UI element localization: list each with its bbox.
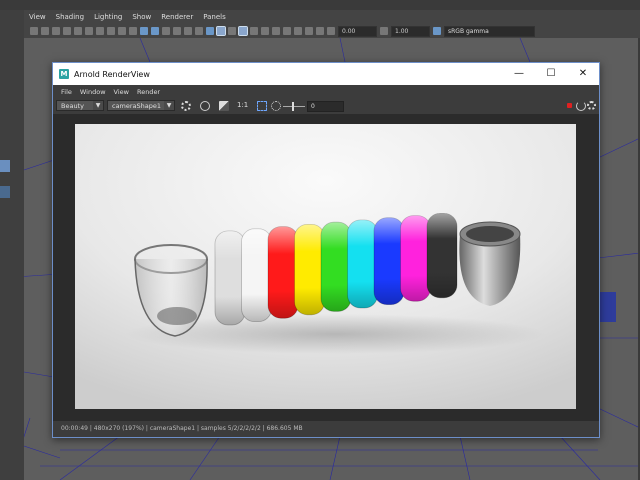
window-titlebar[interactable]: M Arnold RenderView — ☐ ✕ bbox=[53, 63, 599, 85]
menu-renderer[interactable]: Renderer bbox=[156, 13, 198, 21]
xray-components-icon[interactable] bbox=[238, 26, 248, 36]
panel-tab[interactable] bbox=[0, 186, 10, 198]
color-management-icon[interactable] bbox=[433, 27, 441, 35]
exposure-icon bbox=[271, 101, 281, 111]
menu-view[interactable]: View bbox=[24, 13, 51, 21]
camera-icon[interactable] bbox=[30, 27, 38, 35]
exposure-slider-track[interactable] bbox=[283, 106, 305, 107]
refresh-icon[interactable] bbox=[576, 101, 586, 111]
field-chart-icon[interactable] bbox=[118, 27, 126, 35]
anti-aliasing-icon[interactable] bbox=[272, 27, 280, 35]
camera-attr-icon[interactable] bbox=[41, 27, 49, 35]
safe-action-icon[interactable] bbox=[129, 27, 137, 35]
menu-shading[interactable]: Shading bbox=[51, 13, 89, 21]
gamma-field[interactable]: 1.00 bbox=[391, 25, 430, 37]
channel-toggle-icon[interactable] bbox=[219, 101, 229, 111]
maya-logo-icon: M bbox=[59, 69, 69, 79]
bookmark-icon[interactable] bbox=[52, 27, 60, 35]
panel-tab[interactable] bbox=[0, 160, 10, 172]
color-ring bbox=[400, 215, 431, 302]
exposure-slider-handle[interactable] bbox=[292, 102, 294, 111]
close-button[interactable]: ✕ bbox=[567, 63, 599, 85]
camera-value: cameraShape1 bbox=[112, 102, 162, 110]
resolution-gate-icon[interactable] bbox=[96, 27, 104, 35]
motion-blur-icon[interactable] bbox=[261, 27, 269, 35]
exposure-icon[interactable] bbox=[294, 27, 302, 35]
wireframe-icon[interactable] bbox=[140, 27, 148, 35]
crop-region-icon[interactable] bbox=[257, 101, 267, 111]
view-transform-value: sRGB gamma bbox=[448, 27, 489, 35]
color-ring bbox=[294, 224, 325, 316]
color-ring bbox=[373, 217, 405, 306]
renderview-toolbar: Beauty ▼ cameraShape1 ▼ 1:1 0 bbox=[53, 98, 599, 114]
color-ring bbox=[426, 213, 458, 299]
menu-show[interactable]: Show bbox=[127, 13, 156, 21]
camera-select[interactable]: cameraShape1 ▼ bbox=[107, 100, 175, 111]
color-ring bbox=[320, 221, 352, 312]
renderview-menubar: File Window View Render bbox=[53, 85, 599, 98]
menu-render[interactable]: Render bbox=[133, 88, 164, 96]
refresh-render-icon[interactable] bbox=[181, 101, 191, 111]
xray-icon[interactable] bbox=[216, 26, 226, 36]
minimize-button[interactable]: — bbox=[503, 63, 535, 85]
maya-left-panel bbox=[0, 10, 24, 480]
display-icon[interactable] bbox=[316, 27, 324, 35]
region-render-icon[interactable] bbox=[200, 101, 210, 111]
maya-top-strip bbox=[0, 0, 640, 10]
view-transform-select[interactable]: sRGB gamma bbox=[444, 25, 535, 37]
render-canvas[interactable] bbox=[53, 114, 599, 421]
gamma-icon[interactable] bbox=[327, 27, 335, 35]
color-ring bbox=[347, 219, 378, 309]
lights-icon[interactable] bbox=[184, 27, 192, 35]
render-status-text: 00:00:49 | 480x270 (197%) | cameraShape1… bbox=[61, 425, 303, 432]
shadows-icon[interactable] bbox=[195, 27, 203, 35]
aov-value: Beauty bbox=[61, 102, 84, 110]
image-plane-icon[interactable] bbox=[63, 27, 71, 35]
maya-panel-toolbar: 0.00 1.00 sRGB gamma bbox=[24, 24, 640, 38]
xray-joints-icon[interactable] bbox=[228, 27, 236, 35]
menu-file[interactable]: File bbox=[57, 88, 76, 96]
grid-icon[interactable] bbox=[74, 27, 82, 35]
depth-of-field-icon[interactable] bbox=[283, 27, 291, 35]
textured-icon[interactable] bbox=[173, 27, 181, 35]
stop-render-icon[interactable] bbox=[567, 103, 572, 108]
ambient-occlusion-icon[interactable] bbox=[250, 27, 258, 35]
chevron-down-icon: ▼ bbox=[93, 101, 103, 110]
menu-panels[interactable]: Panels bbox=[198, 13, 231, 21]
renderview-statusbar: 00:00:49 | 480x270 (197%) | cameraShape1… bbox=[53, 421, 599, 437]
smooth-shade-icon[interactable] bbox=[151, 27, 159, 35]
maximize-button[interactable]: ☐ bbox=[535, 63, 567, 85]
aov-select[interactable]: Beauty ▼ bbox=[56, 100, 104, 111]
zoom-ratio[interactable]: 1:1 bbox=[237, 101, 248, 109]
arnold-renderview-window: M Arnold RenderView — ☐ ✕ File Window Vi… bbox=[52, 62, 600, 438]
color-ring bbox=[241, 228, 272, 323]
menu-window[interactable]: Window bbox=[76, 88, 110, 96]
render-image bbox=[75, 124, 576, 409]
gear-icon[interactable] bbox=[587, 101, 596, 110]
color-ring bbox=[267, 226, 299, 319]
maya-panel-menubar: View Shading Lighting Show Renderer Pane… bbox=[24, 10, 640, 24]
gamma-toggle-icon[interactable] bbox=[380, 27, 388, 35]
window-title: Arnold RenderView bbox=[74, 69, 150, 79]
menu-view[interactable]: View bbox=[110, 88, 133, 96]
exposure-field[interactable]: 0 bbox=[307, 101, 344, 112]
color-ring bbox=[214, 230, 246, 326]
isolate-select-icon[interactable] bbox=[206, 27, 214, 35]
gate-mask-icon[interactable] bbox=[107, 27, 115, 35]
chevron-down-icon: ▼ bbox=[164, 101, 174, 110]
wireframe-on-shaded-icon[interactable] bbox=[162, 27, 170, 35]
film-gate-icon[interactable] bbox=[85, 27, 93, 35]
menu-lighting[interactable]: Lighting bbox=[89, 13, 127, 21]
camera-lock-icon[interactable] bbox=[305, 27, 313, 35]
exposure-field[interactable]: 0.00 bbox=[338, 25, 377, 37]
